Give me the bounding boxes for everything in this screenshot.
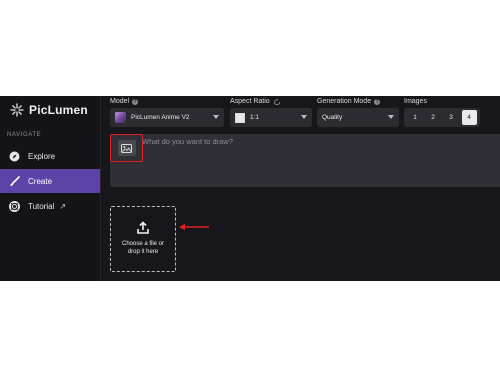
image-reference-button[interactable] — [110, 134, 143, 162]
app-window: PicLumen NAVIGATE Explore Create Tutoria… — [0, 96, 500, 281]
sidebar-item-explore[interactable]: Explore — [0, 144, 100, 168]
red-arrow-annotation — [179, 223, 209, 231]
external-link-icon: ↗ — [59, 201, 67, 211]
sidebar: PicLumen NAVIGATE Explore Create Tutoria… — [0, 96, 101, 281]
app-name: PicLumen — [29, 103, 88, 117]
dropzone-line-2: drop it here — [127, 249, 159, 255]
brush-icon — [8, 175, 20, 187]
reset-icon[interactable] — [273, 98, 281, 105]
chevron-down-icon — [213, 115, 219, 119]
generation-mode-value: Quality — [322, 114, 343, 121]
aspect-ratio-select[interactable]: 1:1 — [230, 108, 312, 127]
sidebar-item-label: Explore — [28, 151, 56, 161]
file-dropzone[interactable]: Choose a file or drop it here — [110, 206, 176, 272]
sidebar-item-tutorial[interactable]: Tutorial ↗ — [0, 194, 100, 218]
info-icon[interactable]: ? — [132, 98, 139, 105]
model-label: Model ? — [110, 98, 139, 105]
logo[interactable]: PicLumen — [10, 103, 88, 117]
prompt-placeholder: What do you want to draw? — [142, 137, 233, 146]
model-select[interactable]: PicLumen Anime V2 — [110, 108, 224, 127]
aspect-ratio-value: 1:1 — [250, 114, 260, 121]
aspect-ratio-label: Aspect Ratio — [230, 98, 281, 105]
compass-icon — [8, 150, 20, 162]
info-icon[interactable]: ? — [374, 98, 381, 105]
square-ratio-icon — [235, 112, 245, 123]
sidebar-item-label: Create — [28, 176, 53, 186]
chevron-down-icon — [388, 115, 394, 119]
model-thumbnail — [115, 112, 126, 123]
image-count-selector: 1 2 3 4 — [404, 108, 480, 127]
piclumen-logo-icon — [10, 103, 24, 117]
generation-mode-select[interactable]: Quality — [317, 108, 399, 127]
image-count-option[interactable]: 3 — [444, 110, 459, 125]
sidebar-item-label: Tutorial — [28, 201, 55, 211]
prompt-input[interactable]: What do you want to draw? — [110, 134, 500, 187]
sidebar-item-create[interactable]: Create — [0, 169, 100, 193]
image-icon — [117, 140, 136, 156]
generation-mode-label: Generation Mode ? — [317, 98, 381, 105]
images-label: Images — [404, 98, 427, 105]
image-count-option[interactable]: 2 — [426, 110, 441, 125]
image-count-option-selected[interactable]: 4 — [461, 110, 477, 125]
upload-icon — [137, 221, 149, 234]
chevron-down-icon — [301, 115, 307, 119]
model-select-value: PicLumen Anime V2 — [131, 114, 190, 121]
dropzone-text: Choose a file or drop it here — [115, 240, 171, 256]
dropzone-line-1: Choose a file or — [121, 241, 165, 247]
image-count-option[interactable]: 1 — [408, 110, 423, 125]
lifebuoy-icon — [8, 200, 20, 212]
nav-section-header: NAVIGATE — [7, 132, 42, 138]
